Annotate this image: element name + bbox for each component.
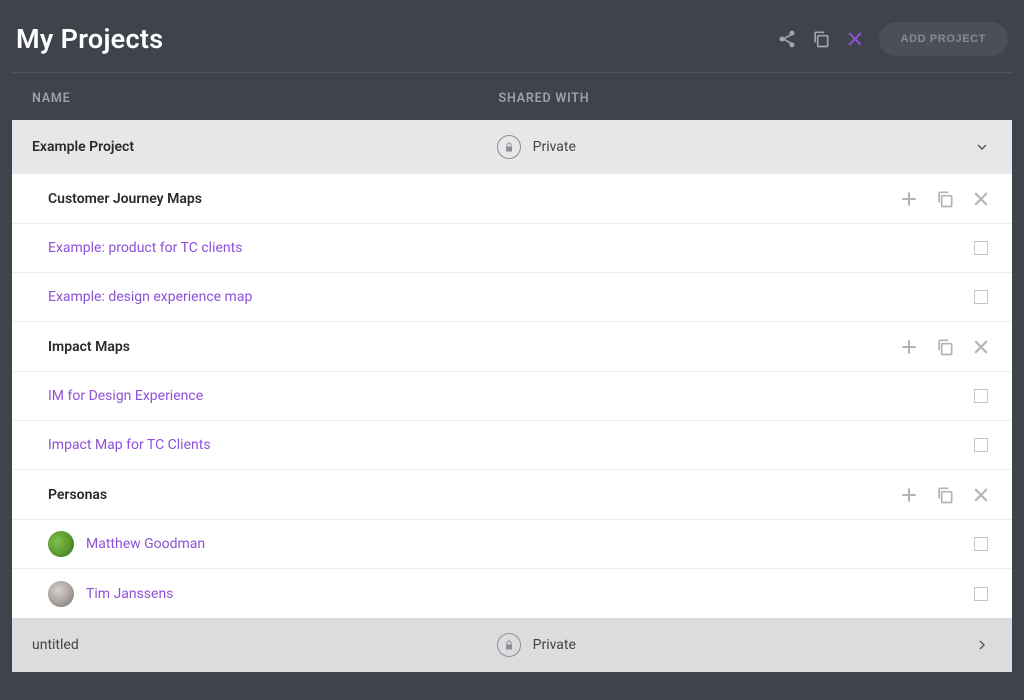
project-name: Example Project: [32, 139, 497, 155]
sharing-label: Private: [533, 139, 576, 155]
checkbox[interactable]: [974, 389, 988, 403]
list-item: Matthew Goodman: [12, 520, 1012, 569]
item-link[interactable]: Impact Map for TC Clients: [48, 437, 974, 453]
copy-icon[interactable]: [934, 188, 956, 210]
item-link[interactable]: Example: product for TC clients: [48, 240, 974, 256]
projects-panel: Example Project Private Customer Journey…: [12, 120, 1012, 672]
project-row[interactable]: untitled Private: [12, 618, 1012, 672]
item-link[interactable]: Example: design experience map: [48, 289, 974, 305]
share-icon[interactable]: [777, 29, 797, 49]
page-title: My Projects: [16, 23, 163, 55]
list-item: Tim Janssens: [12, 569, 1012, 618]
project-row[interactable]: Example Project Private: [12, 120, 1012, 174]
persona-link[interactable]: Matthew Goodman: [48, 531, 974, 557]
column-headers: NAME SHARED WITH: [12, 73, 1012, 120]
avatar: [48, 581, 74, 607]
copy-icon[interactable]: [811, 29, 831, 49]
item-link[interactable]: IM for Design Experience: [48, 388, 974, 404]
plus-icon[interactable]: [898, 484, 920, 506]
list-item: IM for Design Experience: [12, 372, 1012, 421]
checkbox[interactable]: [974, 241, 988, 255]
close-icon[interactable]: [970, 484, 992, 506]
copy-icon[interactable]: [934, 336, 956, 358]
list-item: Impact Map for TC Clients: [12, 421, 1012, 470]
header-actions: ADD PROJECT: [777, 22, 1008, 56]
chevron-down-icon[interactable]: [972, 137, 992, 157]
close-icon[interactable]: [845, 29, 865, 49]
checkbox[interactable]: [974, 438, 988, 452]
checkbox[interactable]: [974, 290, 988, 304]
lock-icon: [497, 135, 521, 159]
add-project-button[interactable]: ADD PROJECT: [879, 22, 1008, 56]
group-actions: [898, 484, 992, 506]
group-title: Impact Maps: [48, 339, 898, 355]
group-actions: [898, 188, 992, 210]
checkbox[interactable]: [974, 587, 988, 601]
column-shared-with: SHARED WITH: [499, 91, 992, 106]
list-item: Example: design experience map: [12, 273, 1012, 322]
persona-name: Matthew Goodman: [86, 536, 205, 552]
page-header: My Projects ADD PROJECT: [12, 12, 1012, 73]
chevron-right-icon[interactable]: [972, 635, 992, 655]
project-sharing: Private: [497, 633, 972, 657]
plus-icon[interactable]: [898, 336, 920, 358]
persona-name: Tim Janssens: [86, 586, 173, 602]
group-header-customer-journey-maps: Customer Journey Maps: [12, 174, 1012, 224]
copy-icon[interactable]: [934, 484, 956, 506]
group-title: Personas: [48, 487, 898, 503]
close-icon[interactable]: [970, 336, 992, 358]
group-header-impact-maps: Impact Maps: [12, 322, 1012, 372]
column-name: NAME: [32, 91, 499, 106]
plus-icon[interactable]: [898, 188, 920, 210]
lock-icon: [497, 633, 521, 657]
avatar: [48, 531, 74, 557]
list-item: Example: product for TC clients: [12, 224, 1012, 273]
checkbox[interactable]: [974, 537, 988, 551]
sharing-label: Private: [533, 637, 576, 653]
group-header-personas: Personas: [12, 470, 1012, 520]
close-icon[interactable]: [970, 188, 992, 210]
project-name: untitled: [32, 637, 497, 653]
project-sharing: Private: [497, 135, 972, 159]
persona-link[interactable]: Tim Janssens: [48, 581, 974, 607]
group-actions: [898, 336, 992, 358]
group-title: Customer Journey Maps: [48, 191, 898, 207]
